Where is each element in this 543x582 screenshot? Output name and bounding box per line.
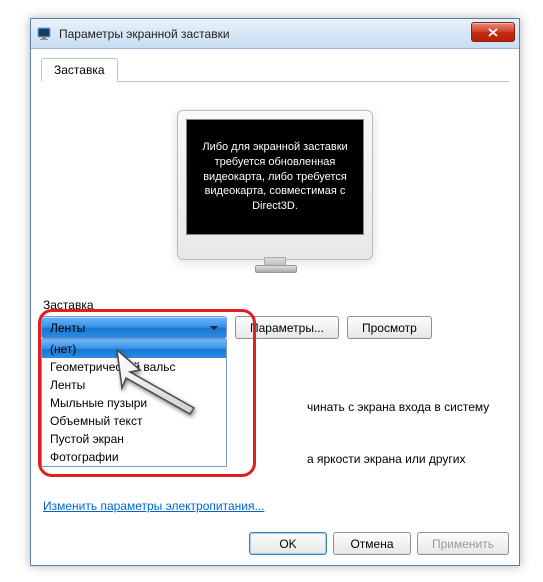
- screensaver-settings-window: Параметры экранной заставки Заставка Либ…: [30, 18, 520, 566]
- preview-area: Либо для экранной заставки требуется обн…: [41, 90, 509, 276]
- dropdown-option-photos[interactable]: Фотографии: [42, 448, 226, 466]
- settings-button[interactable]: Параметры...: [235, 316, 339, 339]
- window-icon: [37, 26, 53, 42]
- brightness-text-partial: а яркости экрана или других: [307, 452, 466, 466]
- monitor-stand-icon: [255, 259, 295, 273]
- window-title: Параметры экранной заставки: [59, 27, 230, 41]
- cancel-button[interactable]: Отмена: [333, 532, 411, 555]
- ok-button[interactable]: OK: [249, 532, 327, 555]
- combobox-selected: Ленты: [50, 321, 85, 335]
- preview-message: Либо для экранной заставки требуется обн…: [197, 140, 353, 214]
- dialog-button-bar: OK Отмена Применить: [249, 532, 509, 555]
- tab-screensaver[interactable]: Заставка: [41, 58, 118, 82]
- dropdown-option-bubbles[interactable]: Мыльные пузыри: [42, 394, 226, 412]
- titlebar[interactable]: Параметры экранной заставки: [31, 19, 519, 49]
- dropdown-option-geometric[interactable]: Геометрический вальс: [42, 358, 226, 376]
- section-label: Заставка: [43, 298, 509, 312]
- tabstrip: Заставка: [41, 57, 509, 82]
- chevron-down-icon: [210, 326, 218, 330]
- apply-button[interactable]: Применить: [417, 532, 509, 555]
- dropdown-option-3dtext[interactable]: Объемный текст: [42, 412, 226, 430]
- screensaver-dropdown: (нет) Геометрический вальс Ленты Мыльные…: [41, 339, 227, 467]
- dropdown-option-none[interactable]: (нет): [42, 340, 226, 358]
- preview-monitor: Либо для экранной заставки требуется обн…: [177, 110, 373, 260]
- resume-checkbox-label-partial: чинать с экрана входа в систему: [307, 400, 489, 414]
- power-settings-link[interactable]: Изменить параметры электропитания...: [43, 499, 264, 513]
- preview-screen: Либо для экранной заставки требуется обн…: [186, 119, 364, 235]
- screensaver-row: Ленты (нет) Геометрический вальс Ленты М…: [41, 316, 509, 339]
- close-button[interactable]: [471, 22, 515, 42]
- screensaver-combobox[interactable]: Ленты: [41, 316, 227, 339]
- preview-button[interactable]: Просмотр: [347, 316, 432, 339]
- close-icon: [488, 28, 498, 37]
- dropdown-option-blank[interactable]: Пустой экран: [42, 430, 226, 448]
- client-area: Заставка Либо для экранной заставки треб…: [31, 49, 519, 565]
- dropdown-option-ribbons[interactable]: Ленты: [42, 376, 226, 394]
